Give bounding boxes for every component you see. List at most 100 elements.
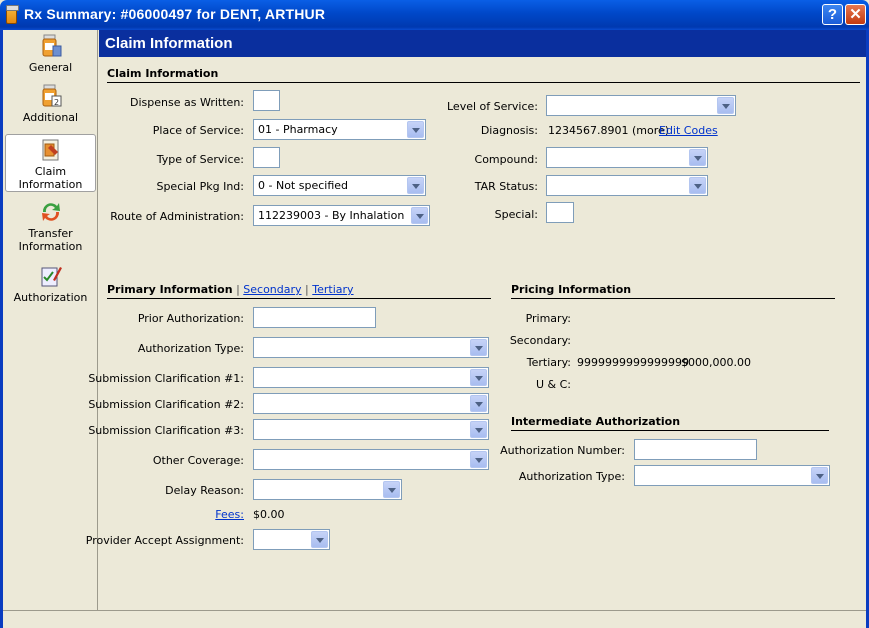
type-of-service-label: Type of Service:	[156, 153, 244, 166]
general-icon	[39, 34, 63, 58]
route-of-administration-label: Route of Administration:	[110, 210, 244, 223]
pricing-tertiary-id: 9999999999999999	[577, 356, 689, 369]
authorization-type-label: Authorization Type:	[137, 342, 244, 355]
tab-secondary[interactable]: Secondary	[243, 283, 301, 296]
prior-authorization-input[interactable]	[253, 307, 376, 328]
chevron-down-icon[interactable]	[411, 207, 428, 224]
intermediate-authorization-type-select[interactable]	[634, 465, 830, 486]
sidebar-item-authorization[interactable]: Authorization	[5, 264, 96, 308]
sidebar: General 2 Additional Claim Information T…	[3, 30, 98, 610]
tab-separator: |	[236, 283, 240, 296]
place-of-service-label: Place of Service:	[152, 124, 244, 137]
close-button[interactable]: ✕	[845, 4, 866, 25]
authorization-type-select[interactable]	[253, 337, 489, 358]
other-coverage-select[interactable]	[253, 449, 489, 470]
sidebar-item-label: Additional	[22, 111, 79, 124]
provider-accept-assignment-label: Provider Accept Assignment:	[85, 534, 244, 547]
chevron-down-icon[interactable]	[689, 177, 706, 194]
intermediate-authorization-section-title: Intermediate Authorization	[511, 415, 829, 431]
sidebar-item-label: Claim Information	[18, 165, 83, 191]
pricing-primary-label: Primary:	[525, 312, 571, 325]
window-title-bar[interactable]: Rx Summary: #06000497 for DENT, ARTHUR ?…	[0, 0, 869, 30]
status-bar	[3, 610, 866, 628]
chevron-down-icon[interactable]	[407, 121, 424, 138]
intermediate-authorization-type-label: Authorization Type:	[518, 470, 625, 483]
special-pkg-ind-value: 0 - Not specified	[258, 179, 348, 192]
chevron-down-icon[interactable]	[311, 531, 328, 548]
claim-information-section-title: Claim Information	[107, 67, 860, 83]
tab-separator: |	[305, 283, 309, 296]
route-of-administration-select[interactable]: 112239003 - By Inhalation	[253, 205, 430, 226]
delay-reason-select[interactable]	[253, 479, 402, 500]
tab-tertiary[interactable]: Tertiary	[312, 283, 353, 296]
window-title: Rx Summary: #06000497 for DENT, ARTHUR	[24, 6, 326, 22]
svg-text:2: 2	[54, 98, 59, 107]
app-pill-bottle-icon	[6, 5, 19, 24]
chevron-down-icon[interactable]	[407, 177, 424, 194]
sidebar-item-transfer-information[interactable]: Transfer Information	[5, 200, 96, 253]
fees-value: $0.00	[253, 508, 285, 521]
dispense-as-written-label: Dispense as Written:	[130, 96, 244, 109]
sidebar-item-general[interactable]: General	[5, 34, 96, 78]
chevron-down-icon[interactable]	[470, 395, 487, 412]
delay-reason-label: Delay Reason:	[165, 484, 244, 497]
pricing-secondary-label: Secondary:	[509, 334, 571, 347]
diagnosis-label: Diagnosis:	[480, 124, 538, 137]
chevron-down-icon[interactable]	[717, 97, 734, 114]
edit-codes-link[interactable]: Edit Codes	[659, 124, 718, 137]
other-coverage-label: Other Coverage:	[152, 454, 244, 467]
tab-primary-information[interactable]: Primary Information	[107, 283, 233, 296]
tar-status-label: TAR Status:	[474, 180, 538, 193]
help-button[interactable]: ?	[822, 4, 843, 25]
prior-authorization-label: Prior Authorization:	[137, 312, 244, 325]
route-of-administration-value: 112239003 - By Inhalation	[258, 209, 405, 222]
submission-clarification-2-label: Submission Clarification #2:	[88, 398, 244, 411]
page-title: Claim Information	[99, 30, 866, 57]
sidebar-item-label: Transfer Information	[18, 227, 83, 253]
authorization-number-label: Authorization Number:	[500, 444, 625, 457]
chevron-down-icon[interactable]	[811, 467, 828, 484]
submission-clarification-3-select[interactable]	[253, 419, 489, 440]
chevron-down-icon[interactable]	[689, 149, 706, 166]
additional-icon: 2	[39, 84, 63, 108]
pricing-uc-label: U & C:	[535, 378, 571, 391]
chevron-down-icon[interactable]	[470, 451, 487, 468]
compound-label: Compound:	[474, 153, 538, 166]
provider-accept-assignment-select[interactable]	[253, 529, 330, 550]
pricing-tertiary-amount: $000,000.00	[681, 356, 751, 369]
dispense-as-written-input[interactable]	[253, 90, 280, 111]
sidebar-item-additional[interactable]: 2 Additional	[5, 84, 96, 128]
sidebar-item-label: General	[28, 61, 73, 74]
transfer-information-icon	[39, 200, 63, 224]
submission-clarification-1-label: Submission Clarification #1:	[88, 372, 244, 385]
claim-information-icon	[39, 138, 63, 162]
place-of-service-select[interactable]: 01 - Pharmacy	[253, 119, 426, 140]
submission-clarification-3-label: Submission Clarification #3:	[88, 424, 244, 437]
authorization-icon	[39, 264, 63, 288]
chevron-down-icon[interactable]	[470, 339, 487, 356]
compound-select[interactable]	[546, 147, 708, 168]
diagnosis-value: 1234567.8901 (more)	[548, 124, 670, 137]
special-pkg-ind-select[interactable]: 0 - Not specified	[253, 175, 426, 196]
special-input[interactable]	[546, 202, 574, 223]
pricing-tertiary-label: Tertiary:	[526, 356, 571, 369]
chevron-down-icon[interactable]	[470, 369, 487, 386]
chevron-down-icon[interactable]	[470, 421, 487, 438]
submission-clarification-1-select[interactable]	[253, 367, 489, 388]
place-of-service-value: 01 - Pharmacy	[258, 123, 338, 136]
authorization-number-input[interactable]	[634, 439, 757, 460]
level-of-service-select[interactable]	[546, 95, 736, 116]
special-label: Special:	[494, 208, 538, 221]
level-of-service-label: Level of Service:	[447, 100, 538, 113]
fees-link[interactable]: Fees:	[215, 508, 244, 521]
submission-clarification-2-select[interactable]	[253, 393, 489, 414]
sidebar-item-label: Authorization	[13, 291, 88, 304]
sidebar-item-claim-information[interactable]: Claim Information	[5, 134, 96, 192]
special-pkg-ind-label: Special Pkg Ind:	[156, 180, 244, 193]
type-of-service-input[interactable]	[253, 147, 280, 168]
chevron-down-icon[interactable]	[383, 481, 400, 498]
primary-information-tabs: Primary Information | Secondary | Tertia…	[107, 283, 491, 299]
main-panel: Claim Information Dispense as Written: P…	[86, 57, 866, 610]
pricing-information-section-title: Pricing Information	[511, 283, 835, 299]
tar-status-select[interactable]	[546, 175, 708, 196]
